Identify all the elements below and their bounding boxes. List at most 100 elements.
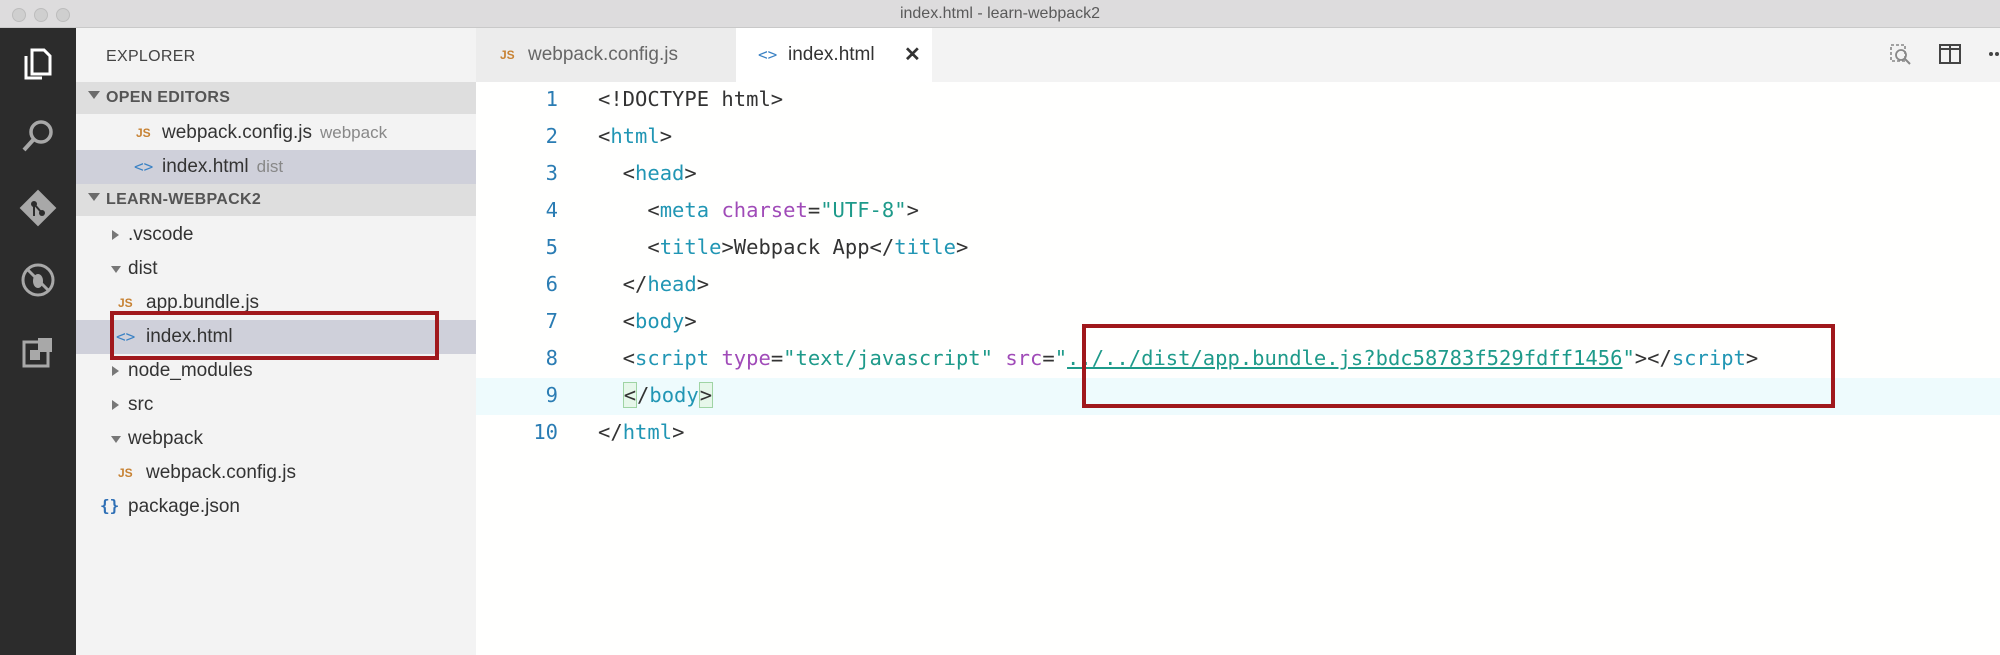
chevron-down-icon [88,193,100,201]
code-token: < [622,382,638,408]
tab-webpack-config[interactable]: JS webpack.config.js [476,28,736,82]
code-line[interactable]: 3 <head> [476,156,2000,193]
tree-item-webpack[interactable]: webpack [76,422,476,456]
split-editor-icon[interactable] [1938,42,1962,66]
git-activity-button[interactable] [0,172,76,244]
js-file-icon: JS [118,466,133,480]
code-text: <html> [598,124,672,148]
code-token: charset [721,198,808,222]
code-token: meta [659,198,710,222]
code-token: > [684,309,697,333]
code-token: script [635,346,710,370]
html-file-icon: <> [116,327,136,346]
editor-tab-bar: JS webpack.config.js <> index.html ✕ [476,28,2000,82]
tree-item-label: .vscode [128,224,194,245]
code-line[interactable]: 1 <!DOCTYPE html> [476,82,2000,119]
js-file-icon: JS [118,296,133,310]
open-preview-icon[interactable] [1888,42,1912,66]
tab-label: index.html [788,44,875,65]
chevron-down-icon [111,436,121,443]
code-token: < [598,124,611,148]
code-token: head [647,272,697,296]
extensions-activity-button[interactable] [0,316,76,388]
explorer-sidebar: EXPLORER OPEN EDITORS JS webpack.config.… [76,28,476,655]
code-token: = [807,198,821,222]
code-line[interactable]: 7 <body> [476,304,2000,341]
code-token: > [955,235,969,259]
chevron-right-icon [112,230,119,240]
line-number: 9 [545,383,558,407]
project-header[interactable]: LEARN-WEBPACK2 [76,184,476,216]
code-token: = [1042,346,1055,370]
code-token: " [1054,346,1068,370]
open-editor-filename: index.html [162,156,249,177]
line-number: 10 [533,420,558,444]
title-bar: index.html - learn-webpack2 [0,0,2000,28]
files-icon [24,48,52,80]
line-number: 6 [545,272,558,296]
code-text: <meta charset="UTF-8"> [598,198,919,222]
open-editor-item[interactable]: JS webpack.config.js webpack [76,116,476,150]
open-editors-header[interactable]: OPEN EDITORS [76,82,476,114]
code-line[interactable]: 6 </head> [476,267,2000,304]
tree-item-vscode[interactable]: .vscode [76,218,476,252]
code-token: body [635,309,685,333]
code-line[interactable]: 5 <title>Webpack App</title> [476,230,2000,267]
code-token: < [598,346,636,370]
tree-item-label: webpack [128,428,203,449]
tree-item-package-json[interactable]: {} package.json [76,490,476,524]
code-token: </ [598,272,648,296]
tree-item-src[interactable]: src [76,388,476,422]
code-token: body [649,383,699,407]
open-editor-item[interactable]: <> index.html dist [76,150,476,184]
code-text: <body> [598,309,697,333]
line-number: 2 [545,124,558,148]
code-token: script [1671,346,1746,370]
code-line[interactable]: 4 <meta charset="UTF-8"> [476,193,2000,230]
tree-item-webpack-config[interactable]: JS webpack.config.js [76,456,476,490]
tree-item-label: webpack.config.js [146,462,296,483]
code-token: </ [598,420,623,444]
sidebar-title: EXPLORER [106,48,196,65]
code-token: = [770,346,784,370]
code-line[interactable]: 9 </body> [476,378,2000,415]
code-token: > [698,382,714,408]
code-text: </head> [598,272,709,296]
code-line[interactable]: 2 <html> [476,119,2000,156]
tree-item-label: src [128,394,154,415]
code-token: < [598,198,660,222]
debug-activity-button[interactable] [0,244,76,316]
code-token: ></ [1634,346,1672,370]
project-label: LEARN-WEBPACK2 [106,191,262,208]
code-text: <!DOCTYPE html> [598,87,783,111]
line-number: 3 [545,161,558,185]
code-token: "UTF-8" [820,198,907,222]
chevron-right-icon [112,400,119,410]
open-editor-folder: webpack [319,123,388,142]
tree-item-app-bundle[interactable]: JS app.bundle.js [76,286,476,320]
code-text: <script type="text/javascript" src="../.… [598,346,1759,370]
activity-bar [0,28,76,655]
code-line[interactable]: 8 <script type="text/javascript" src="..… [476,341,2000,378]
code-editor[interactable]: 1 <!DOCTYPE html> 2 <html> 3 <head> 4 <meta c… [476,82,2000,655]
tab-index-html[interactable]: <> index.html ✕ [736,28,932,82]
tree-item-label: package.json [128,496,240,517]
explorer-activity-button[interactable] [0,28,76,100]
code-token: head [635,161,685,185]
more-actions-icon[interactable] [1984,42,2000,66]
open-editor-filename: webpack.config.js [162,122,312,143]
chevron-down-icon [88,91,100,99]
code-text: <title>Webpack App</title> [598,235,968,259]
line-number: 5 [545,235,558,259]
close-icon[interactable]: ✕ [904,42,921,67]
tree-item-dist[interactable]: dist [76,252,476,286]
code-line[interactable]: 10 </html> [476,415,2000,452]
tree-item-index-html[interactable]: <> index.html [76,320,476,354]
search-activity-button[interactable] [0,100,76,172]
git-icon [19,189,57,227]
code-token: > [659,124,673,148]
tree-item-node-modules[interactable]: node_modules [76,354,476,388]
